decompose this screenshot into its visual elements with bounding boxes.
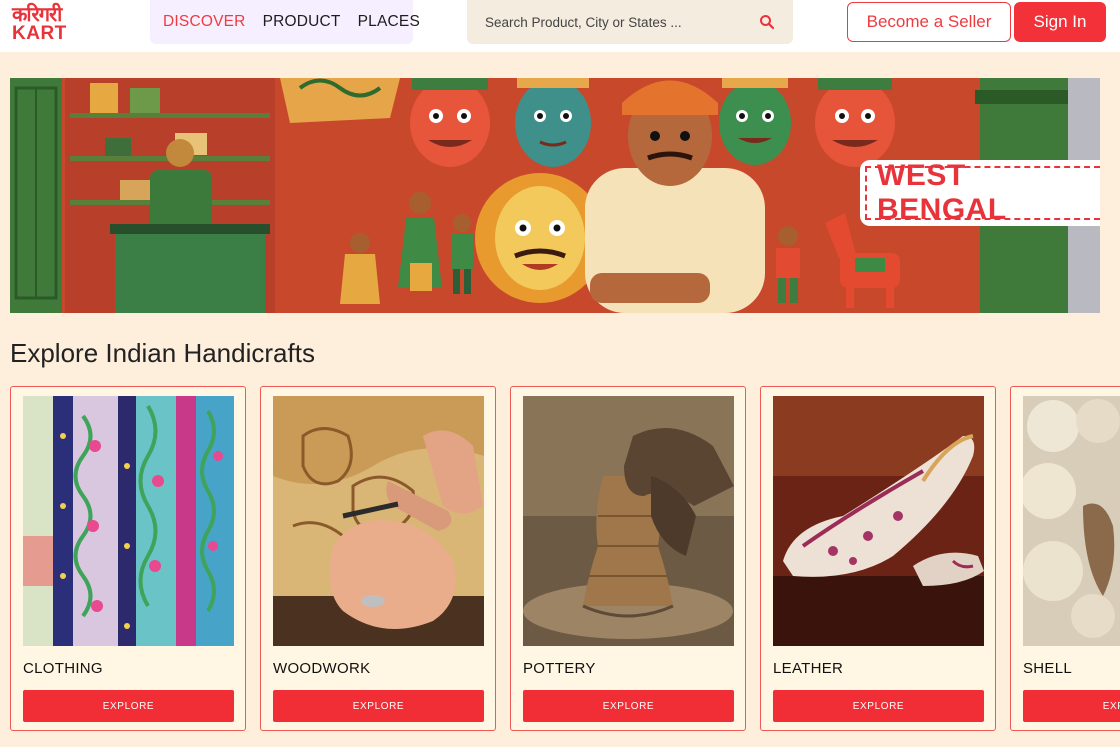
explore-button[interactable]: EXPLORE [273, 690, 484, 722]
logo-hindi-text: करिगरी [12, 2, 62, 26]
card-name: CLOTHING [23, 660, 103, 677]
explore-button[interactable]: EXPLORE [523, 690, 734, 722]
handicraft-cards: CLOTHING EXPLORE WOODWORK EXPLORE POTTER… [10, 386, 1120, 747]
banner-location-tag[interactable]: WEST BENGAL [860, 159, 1100, 226]
top-header: करिगरी KART DISCOVER PRODUCT PLACES Beco… [0, 0, 1120, 52]
search-icon[interactable] [759, 14, 775, 30]
logo[interactable]: करिगरी KART [12, 3, 102, 47]
search-input[interactable] [485, 14, 745, 30]
nav-discover[interactable]: DISCOVER [163, 13, 246, 31]
card-pottery[interactable]: POTTERY EXPLORE [510, 386, 746, 731]
leather-image [773, 396, 984, 646]
woodwork-image [273, 396, 484, 646]
explore-button[interactable]: EXPLORE [1023, 690, 1120, 722]
search-bar [467, 0, 793, 44]
card-leather[interactable]: LEATHER EXPLORE [760, 386, 996, 731]
become-seller-button[interactable]: Become a Seller [847, 2, 1011, 42]
nav-places[interactable]: PLACES [358, 13, 420, 31]
main-nav: DISCOVER PRODUCT PLACES [150, 0, 420, 44]
explore-button[interactable]: EXPLORE [773, 690, 984, 722]
clothing-image [23, 396, 234, 646]
card-name: POTTERY [523, 660, 596, 677]
hero-banner: WEST BENGAL [10, 78, 1100, 313]
logo-english-text: KART [12, 23, 67, 44]
card-name: LEATHER [773, 660, 844, 677]
shell-image [1023, 396, 1120, 646]
banner-location-label: WEST BENGAL [865, 159, 1100, 226]
sign-in-button[interactable]: Sign In [1014, 2, 1106, 42]
explore-button[interactable]: EXPLORE [23, 690, 234, 722]
card-name: SHELL [1023, 660, 1073, 677]
card-clothing[interactable]: CLOTHING EXPLORE [10, 386, 246, 731]
card-shell[interactable]: SHELL EXPLORE [1010, 386, 1120, 731]
card-woodwork[interactable]: WOODWORK EXPLORE [260, 386, 496, 731]
pottery-image [523, 396, 734, 646]
section-title: Explore Indian Handicrafts [10, 338, 315, 368]
card-name: WOODWORK [273, 660, 371, 677]
nav-product[interactable]: PRODUCT [263, 13, 341, 31]
